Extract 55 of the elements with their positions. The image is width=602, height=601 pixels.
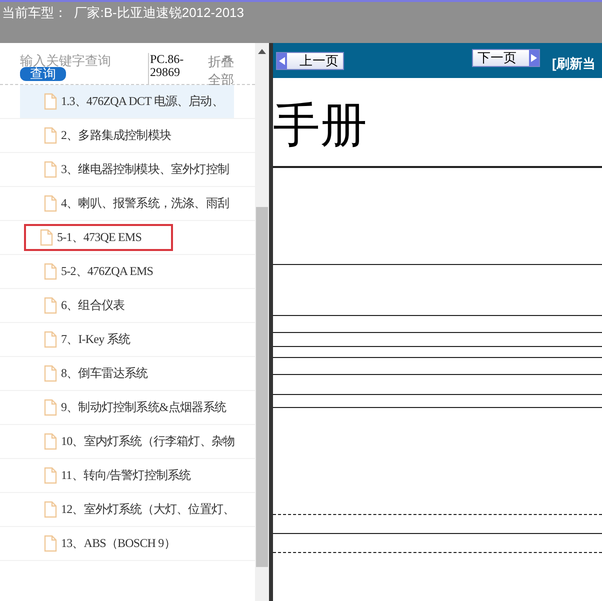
- page-icon: [44, 399, 57, 416]
- search-button[interactable]: 查询: [20, 67, 66, 81]
- tree-item[interactable]: 7、I-Key 系统: [20, 323, 234, 356]
- page-icon: [44, 433, 57, 450]
- tree-item[interactable]: 9、制动灯控制系统&点烟器系统: [20, 391, 234, 424]
- code-label: PC.86-29869: [148, 53, 206, 84]
- tree-item-label: 3、继电器控制模块、室外灯控制: [61, 161, 230, 178]
- page-icon: [44, 93, 57, 110]
- tree-item-label: 6、组合仪表: [61, 297, 125, 314]
- tree-item[interactable]: 3、继电器控制模块、室外灯控制: [20, 153, 234, 186]
- refresh-link[interactable]: [刷新当: [552, 54, 596, 72]
- tree-item[interactable]: 5-2、476ZQA EMS: [20, 255, 234, 288]
- document-title: 手册: [273, 99, 368, 154]
- tree-item[interactable]: 1.3、476ZQA DCT 电源、启动、: [20, 85, 234, 118]
- tree-item-label: 11、转向/告警灯控制系统: [61, 467, 191, 484]
- previous-page-button[interactable]: 上一页: [276, 52, 344, 70]
- tree-item-label: 5-2、476ZQA EMS: [61, 263, 154, 280]
- arrow-icon: [279, 56, 285, 64]
- page-icon: [40, 229, 53, 246]
- page-icon: [44, 331, 57, 348]
- page-icon: [44, 127, 57, 144]
- tree-item[interactable]: 12、室外灯系统（大灯、位置灯、: [20, 493, 234, 526]
- tree-item[interactable]: 11、转向/告警灯控制系统: [20, 459, 234, 492]
- arrow-icon: [531, 54, 537, 62]
- page-icon: [44, 297, 57, 314]
- model-title: 当前车型： 厂家:B-比亚迪速锐2012-2013: [0, 0, 602, 43]
- tree-item-label: 2、多路集成控制模块: [61, 127, 172, 144]
- page-icon: [44, 263, 57, 280]
- tree-item-label: 9、制动灯控制系统&点烟器系统: [61, 399, 226, 416]
- page-icon: [44, 195, 57, 212]
- scrollbar-thumb[interactable]: [256, 207, 268, 567]
- collapse-all-link[interactable]: 折叠全部: [206, 53, 236, 84]
- scroll-up-icon[interactable]: [258, 49, 266, 54]
- tree-item-label: 4、喇叭、报警系统，洗涤、雨刮: [61, 195, 230, 212]
- tree-item[interactable]: 4、喇叭、报警系统，洗涤、雨刮: [20, 187, 234, 220]
- tree-item-label: 1.3、476ZQA DCT 电源、启动、: [61, 93, 224, 110]
- page-icon: [44, 467, 57, 484]
- tree-item-label: 13、ABS（BOSCH 9）: [61, 535, 176, 552]
- page-icon: [44, 365, 57, 382]
- tree-item-label: 7、I-Key 系统: [61, 331, 130, 348]
- tree-item[interactable]: 8、倒车雷达系统: [20, 357, 234, 390]
- tree-item[interactable]: 13、ABS（BOSCH 9）: [20, 527, 234, 560]
- page-icon: [44, 535, 57, 552]
- scrollbar[interactable]: [255, 43, 269, 601]
- page-icon: [44, 161, 57, 178]
- page-icon: [44, 501, 57, 518]
- tree-item[interactable]: 6、组合仪表: [20, 289, 234, 322]
- tree-item-label: 5-1、473QE EMS: [57, 229, 142, 246]
- tree-item-label: 12、室外灯系统（大灯、位置灯、: [61, 501, 235, 518]
- tree-item-label: 8、倒车雷达系统: [61, 365, 148, 382]
- tree-item-label: 10、室内灯系统（行李箱灯、杂物: [61, 433, 235, 450]
- tree-item[interactable]: 10、室内灯系统（行李箱灯、杂物: [20, 425, 234, 458]
- tree-item[interactable]: 2、多路集成控制模块: [20, 119, 234, 152]
- next-page-button[interactable]: 下一页: [472, 48, 540, 66]
- tree-item[interactable]: 5-1、473QE EMS: [20, 221, 234, 254]
